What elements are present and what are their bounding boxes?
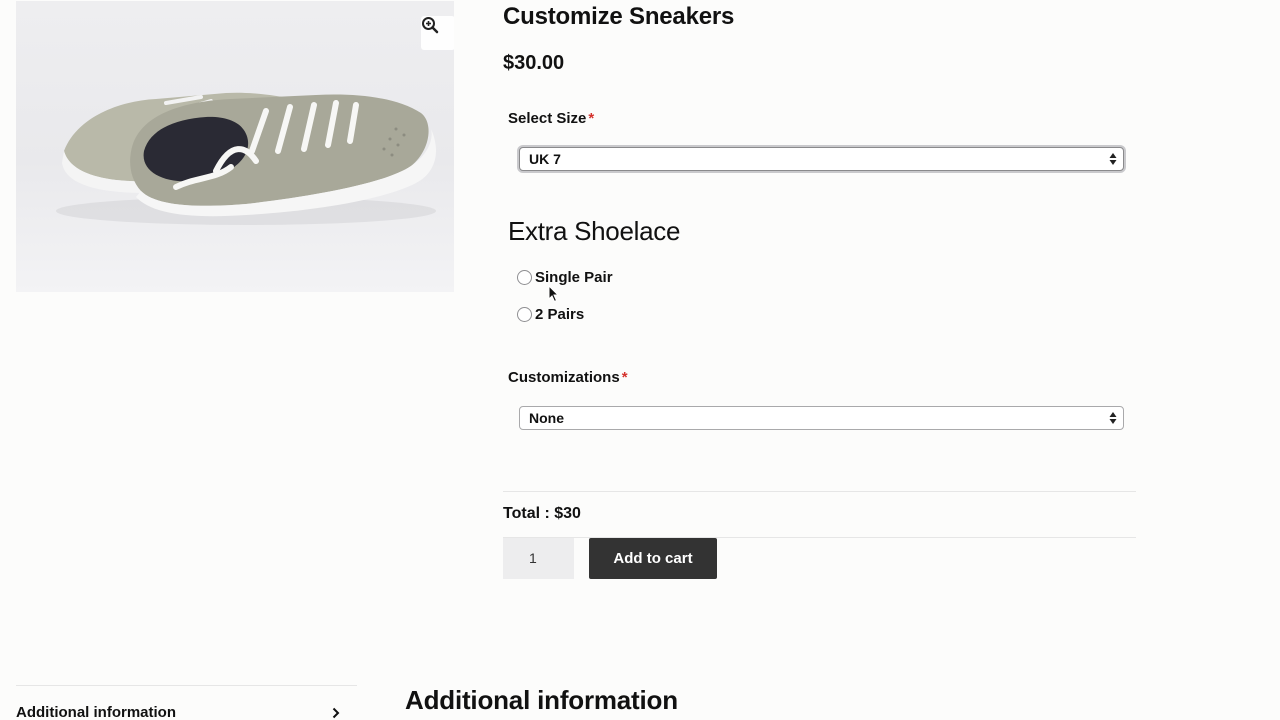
tab-additional-information[interactable]: Additional information — [16, 704, 342, 720]
add-to-cart-button[interactable]: Add to cart — [589, 538, 717, 579]
panel-title: Additional information — [405, 685, 678, 715]
select-arrows-icon — [1109, 153, 1117, 165]
sneaker-illustration — [56, 92, 436, 225]
required-mark: * — [621, 369, 628, 386]
product-page: Customize Sneakers $30.00 Select Size * U… — [0, 0, 1280, 720]
select-size-label-text: Select Size — [508, 110, 587, 127]
divider — [503, 491, 1136, 492]
size-select-value: UK 7 — [529, 151, 561, 167]
customizations-label-text: Customizations — [508, 369, 620, 386]
quantity-input[interactable] — [503, 538, 574, 579]
zoom-button[interactable] — [421, 16, 454, 50]
product-title: Customize Sneakers — [503, 3, 735, 30]
select-arrows-icon — [1109, 412, 1117, 424]
product-image[interactable] — [16, 1, 454, 292]
product-price: $30.00 — [503, 52, 565, 74]
size-select[interactable]: UK 7 — [519, 147, 1124, 171]
chevron-right-icon — [332, 707, 340, 719]
radio-two-pairs[interactable]: 2 Pairs — [517, 306, 584, 323]
radio-label: 2 Pairs — [535, 306, 585, 323]
mouse-cursor-icon — [548, 285, 560, 303]
radio-label: Single Pair — [535, 269, 613, 286]
tabs-divider — [16, 685, 357, 686]
radio-button[interactable] — [517, 270, 532, 285]
radio-button[interactable] — [517, 307, 532, 322]
select-size-label: Select Size * — [508, 110, 594, 127]
required-mark: * — [588, 110, 595, 127]
magnifier-plus-icon — [422, 17, 439, 34]
customizations-select-value: None — [529, 410, 564, 426]
total-price: Total : $30 — [503, 505, 581, 522]
radio-single-pair[interactable]: Single Pair — [517, 269, 613, 286]
customizations-select[interactable]: None — [519, 406, 1124, 430]
extra-shoelace-heading: Extra Shoelace — [508, 216, 681, 246]
tab-label: Additional information — [16, 704, 176, 720]
customizations-label: Customizations * — [508, 369, 628, 386]
